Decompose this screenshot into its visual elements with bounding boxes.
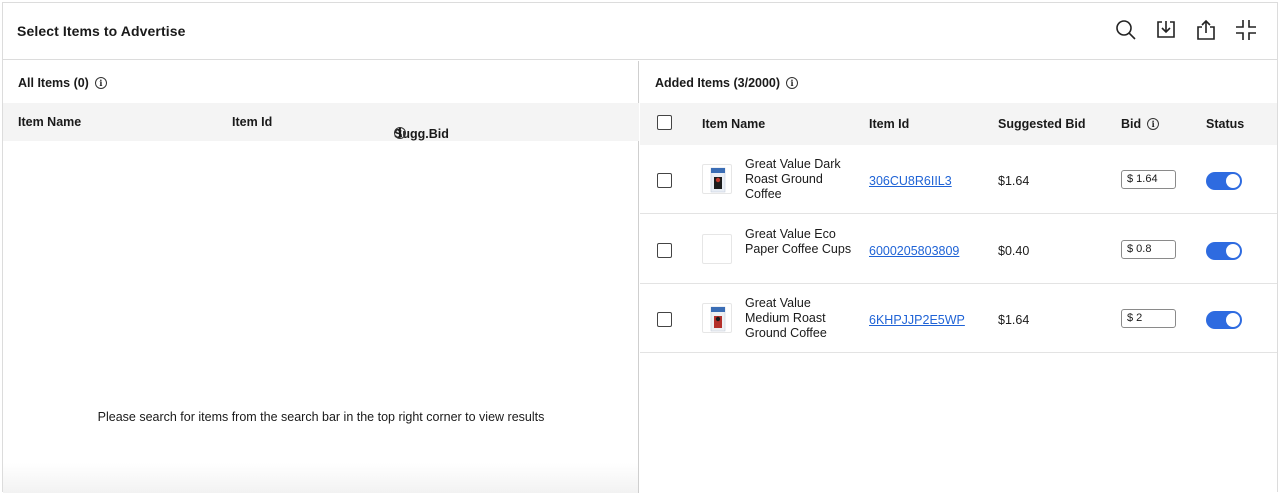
added-items-panel: Added Items (3/2000) i Item Name Item Id… bbox=[640, 61, 1277, 493]
column-item-name: Item Name bbox=[18, 115, 82, 129]
modal-title: Select Items to Advertise bbox=[17, 23, 186, 39]
table-row: Great Value Dark Roast Ground Coffee 306… bbox=[640, 145, 1277, 214]
column-item-id: Item Id bbox=[232, 115, 273, 129]
table-row: Great Value Eco Paper Coffee Cups 600020… bbox=[640, 215, 1277, 284]
product-thumbnail bbox=[702, 234, 732, 264]
suggested-bid: $0.40 bbox=[998, 244, 1030, 258]
column-bid: Bid i bbox=[1121, 117, 1160, 131]
select-items-modal: Select Items to Advertise All Items (0) … bbox=[2, 2, 1278, 493]
all-items-panel: All Items (0) i Item Name Item Id Sugg.B… bbox=[3, 61, 639, 493]
select-all-checkbox[interactable] bbox=[657, 115, 672, 130]
share-icon bbox=[1197, 19, 1215, 40]
row-checkbox[interactable] bbox=[657, 312, 672, 327]
column-item-id: Item Id bbox=[869, 117, 910, 131]
status-toggle[interactable] bbox=[1206, 172, 1242, 190]
info-icon[interactable]: i bbox=[1147, 118, 1160, 130]
item-name: Great Value Dark Roast Ground Coffee bbox=[745, 157, 841, 201]
product-thumbnail bbox=[702, 303, 732, 333]
item-name: Great Value Eco Paper Coffee Cups bbox=[745, 227, 852, 256]
added-items-title: Added Items (3/2000) i bbox=[655, 76, 799, 90]
suggested-bid: $1.64 bbox=[998, 313, 1030, 327]
bid-input[interactable]: $ 0.8 bbox=[1121, 240, 1176, 259]
scroll-fade bbox=[3, 463, 638, 493]
table-row: Great Value Medium Roast Ground Coffee 6… bbox=[640, 284, 1277, 353]
all-items-label: All Items (0) bbox=[18, 76, 89, 90]
header-toolbar bbox=[1113, 17, 1259, 43]
modal-header: Select Items to Advertise bbox=[3, 3, 1277, 60]
row-checkbox[interactable] bbox=[657, 173, 672, 188]
column-status: Status bbox=[1206, 117, 1245, 131]
download-icon bbox=[1157, 21, 1175, 38]
coffee-bag-icon bbox=[710, 167, 726, 193]
all-items-title: All Items (0) i bbox=[18, 76, 107, 90]
coffee-bag-icon bbox=[710, 306, 726, 332]
column-bid-label: Bid bbox=[1121, 117, 1142, 131]
bid-input[interactable]: $ 1.64 bbox=[1121, 170, 1176, 189]
column-suggested-bid: Suggested Bid bbox=[998, 117, 1086, 131]
all-items-table-header: Item Name Item Id Sugg.Bid i bbox=[3, 103, 639, 141]
item-id-link[interactable]: 6000205803809 bbox=[869, 244, 959, 258]
empty-state-message: Please search for items from the search … bbox=[97, 410, 545, 424]
info-icon[interactable]: i bbox=[94, 77, 107, 89]
download-button[interactable] bbox=[1153, 17, 1179, 43]
suggested-bid: $1.64 bbox=[998, 174, 1030, 188]
info-icon[interactable]: i bbox=[394, 126, 406, 139]
search-icon bbox=[1116, 20, 1136, 40]
column-item-name: Item Name bbox=[702, 117, 766, 131]
collapse-icon bbox=[1236, 20, 1256, 40]
added-items-label: Added Items (3/2000) bbox=[655, 76, 781, 90]
info-icon[interactable]: i bbox=[786, 77, 799, 89]
status-toggle[interactable] bbox=[1206, 311, 1242, 329]
collapse-button[interactable] bbox=[1233, 17, 1259, 43]
product-thumbnail bbox=[702, 164, 732, 194]
status-toggle[interactable] bbox=[1206, 242, 1242, 260]
bid-input[interactable]: $ 2 bbox=[1121, 309, 1176, 328]
added-items-table-header: Item Name Item Id Suggested Bid Bid i St… bbox=[640, 103, 1277, 145]
item-name: Great Value Medium Roast Ground Coffee bbox=[745, 296, 827, 340]
row-checkbox[interactable] bbox=[657, 243, 672, 258]
share-button[interactable] bbox=[1193, 17, 1219, 43]
item-id-link[interactable]: 6KHPJJP2E5WP bbox=[869, 313, 965, 327]
item-id-link[interactable]: 306CU8R6IIL3 bbox=[869, 174, 952, 188]
search-button[interactable] bbox=[1113, 17, 1139, 43]
